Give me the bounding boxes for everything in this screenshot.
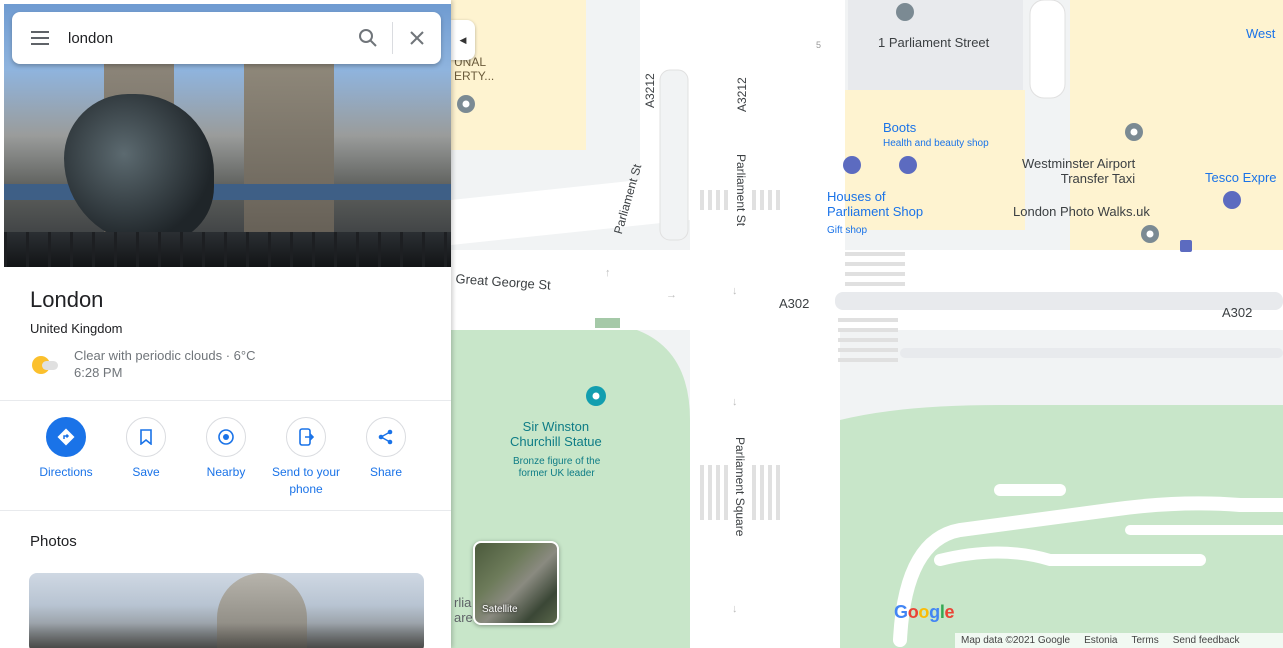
map-label-boots-category: Health and beauty shop xyxy=(883,138,989,149)
photo-shade xyxy=(29,623,424,648)
weather-condition: Clear with periodic clouds · 6°C xyxy=(74,348,256,363)
divider xyxy=(0,400,451,401)
road-label-a302-left: A302 xyxy=(779,296,810,311)
google-logo: Google xyxy=(894,602,955,622)
photos-heading: Photos xyxy=(30,533,77,550)
map-label-boots[interactable]: Boots xyxy=(883,120,916,136)
directions-icon xyxy=(57,428,75,446)
map-data-credit: Map data ©2021 Google xyxy=(961,635,1071,646)
place-side-panel: London United Kingdom Clear with periodi… xyxy=(0,0,451,648)
road-label-a3212-left: A3212 xyxy=(643,73,657,108)
search-input[interactable] xyxy=(68,18,344,58)
send-to-phone-label: Send to your phone xyxy=(271,465,341,496)
divider xyxy=(0,510,451,511)
weather-info: Clear with periodic clouds · 6°C 6:28 PM xyxy=(30,347,256,381)
collapse-panel-button[interactable]: ◀ xyxy=(451,20,475,60)
directions-label: Directions xyxy=(39,465,93,479)
search-box xyxy=(12,12,441,64)
svg-text:↑: ↑ xyxy=(605,267,611,279)
send-to-phone-button[interactable]: Send to your phone xyxy=(266,417,346,498)
satellite-layer-toggle[interactable]: Satellite xyxy=(473,541,559,625)
satellite-label: Satellite xyxy=(482,604,518,615)
svg-text:→: → xyxy=(666,289,677,301)
map-label-gift-shop: Gift shop xyxy=(827,225,868,236)
place-subtitle[interactable]: United Kingdom xyxy=(30,321,123,336)
road-label-a302-right: A302 xyxy=(1222,305,1253,320)
save-button[interactable]: Save xyxy=(106,417,186,498)
map-label-tesco-express[interactable]: Tesco Expre xyxy=(1205,170,1277,186)
directions-button[interactable]: Directions xyxy=(26,417,106,498)
hamburger-menu-icon xyxy=(31,37,49,39)
partly-cloudy-icon xyxy=(30,351,64,381)
chevron-left-icon: ◀ xyxy=(459,34,467,45)
place-title: London xyxy=(30,287,104,312)
map-label-churchill-category: Bronze figure of the former UK leader xyxy=(513,456,601,479)
map-label-westminster-airport-taxi[interactable]: Westminster Airport Transfer Taxi xyxy=(1022,156,1135,187)
send-to-phone-icon xyxy=(299,428,314,446)
map-label-churchill-statue[interactable]: Sir Winston Churchill Statue xyxy=(510,419,602,450)
map-label-west[interactable]: West xyxy=(1246,26,1275,42)
clear-search-button[interactable] xyxy=(393,12,441,64)
road-label-parliament-square: Parliament Square xyxy=(733,437,747,537)
nearby-label: Nearby xyxy=(206,465,246,479)
share-button[interactable]: Share xyxy=(346,417,426,498)
search-icon xyxy=(359,29,377,47)
place-photo-thumbnail[interactable] xyxy=(29,573,424,648)
map-terms-link[interactable]: Terms xyxy=(1131,635,1158,646)
map-label-number-5: 5 xyxy=(816,40,822,50)
share-icon xyxy=(378,429,393,445)
hero-railing xyxy=(4,232,451,267)
road-label-parliament-st-vertical: Parliament St xyxy=(734,154,748,227)
svg-text:↓: ↓ xyxy=(732,285,738,297)
search-button[interactable] xyxy=(344,12,392,64)
map-country-link[interactable]: Estonia xyxy=(1084,635,1117,646)
hero-statue xyxy=(64,94,214,244)
bookmark-icon xyxy=(140,429,152,445)
map-label-1-parliament-street[interactable]: 1 Parliament Street xyxy=(878,35,989,51)
menu-button[interactable] xyxy=(12,12,68,64)
action-buttons: Directions Save Nearby Send to your phon… xyxy=(26,417,426,498)
road-label-a3212-right: A3212 xyxy=(735,77,749,112)
map-label-national-fragment[interactable]: UNAL ERTY... xyxy=(454,55,494,84)
svg-text:↓: ↓ xyxy=(732,396,738,408)
nearby-button[interactable]: Nearby xyxy=(186,417,266,498)
save-label: Save xyxy=(132,465,160,479)
hero-tower-right xyxy=(244,54,334,254)
nearby-icon xyxy=(218,429,234,445)
svg-text:↓: ↓ xyxy=(732,603,738,615)
close-icon xyxy=(410,31,424,45)
map-label-parliament-square-fragment: rlia are xyxy=(454,595,473,625)
map-label-houses-of-parliament-shop[interactable]: Houses of Parliament Shop xyxy=(827,189,923,220)
map-label-london-photo-walks[interactable]: London Photo Walks.uk xyxy=(1013,204,1150,220)
share-label: Share xyxy=(369,465,403,479)
weather-local-time: 6:28 PM xyxy=(74,365,123,380)
map-attribution-bar: Map data ©2021 Google Estonia Terms Send… xyxy=(955,633,1283,648)
map-send-feedback-link[interactable]: Send feedback xyxy=(1173,635,1240,646)
